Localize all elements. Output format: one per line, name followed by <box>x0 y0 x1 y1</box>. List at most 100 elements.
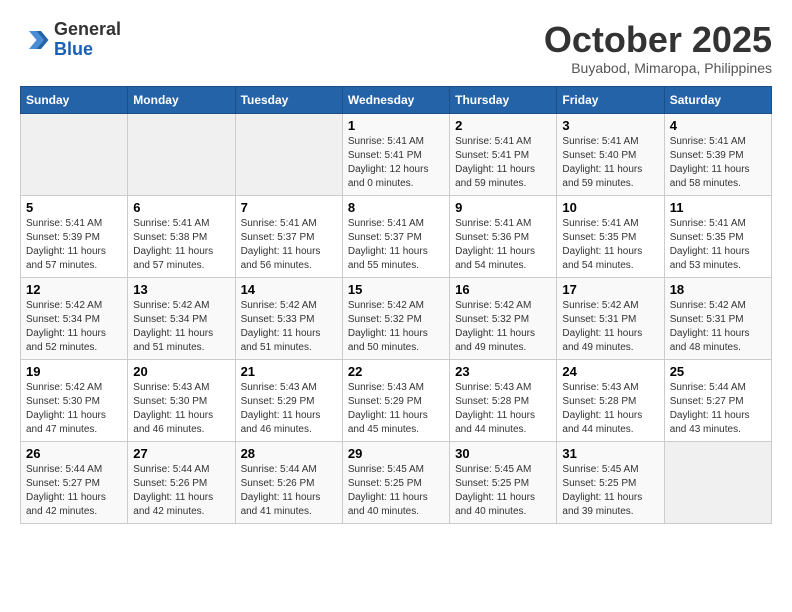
day-info: Sunrise: 5:43 AM Sunset: 5:28 PM Dayligh… <box>562 381 658 437</box>
day-number: 23 <box>455 364 551 379</box>
calendar-cell <box>664 441 771 523</box>
calendar-cell <box>235 113 342 195</box>
day-number: 24 <box>562 364 658 379</box>
calendar-cell: 12Sunrise: 5:42 AM Sunset: 5:34 PM Dayli… <box>21 277 128 359</box>
day-info: Sunrise: 5:41 AM Sunset: 5:35 PM Dayligh… <box>562 217 658 273</box>
calendar-cell <box>21 113 128 195</box>
day-info: Sunrise: 5:42 AM Sunset: 5:30 PM Dayligh… <box>26 381 122 437</box>
calendar-body: 1Sunrise: 5:41 AM Sunset: 5:41 PM Daylig… <box>21 113 772 523</box>
day-info: Sunrise: 5:42 AM Sunset: 5:31 PM Dayligh… <box>562 299 658 355</box>
day-info: Sunrise: 5:45 AM Sunset: 5:25 PM Dayligh… <box>562 463 658 519</box>
weekday-header-monday: Monday <box>128 86 235 113</box>
calendar-cell: 21 Sunrise: 5:43 AM Sunset: 5:29 PM Dayli… <box>235 359 342 441</box>
day-number: 21 <box>241 364 337 379</box>
day-info: Sunrise: 5:41 AM Sunset: 5:39 PM Dayligh… <box>26 217 122 273</box>
calendar-cell: 7 Sunrise: 5:41 AM Sunset: 5:37 PM Daylig… <box>235 195 342 277</box>
calendar-cell: 3 Sunrise: 5:41 AM Sunset: 5:40 PM Daylig… <box>557 113 664 195</box>
calendar-cell: 16 Sunrise: 5:42 AM Sunset: 5:32 PM Dayli… <box>450 277 557 359</box>
day-info: Sunrise: 5:41 AM Sunset: 5:35 PM Dayligh… <box>670 217 766 273</box>
calendar-subtitle: Buyabod, Mimaropa, Philippines <box>544 60 772 76</box>
day-info: Sunrise: 5:44 AM Sunset: 5:27 PM Dayligh… <box>26 463 122 519</box>
day-number: 8 <box>348 200 444 215</box>
week-row-5: 26 Sunrise: 5:44 AM Sunset: 5:27 PM Dayli… <box>21 441 772 523</box>
week-row-1: 1Sunrise: 5:41 AM Sunset: 5:41 PM Daylig… <box>21 113 772 195</box>
weekday-row: SundayMondayTuesdayWednesdayThursdayFrid… <box>21 86 772 113</box>
calendar-header: SundayMondayTuesdayWednesdayThursdayFrid… <box>21 86 772 113</box>
calendar-cell: 4Sunrise: 5:41 AM Sunset: 5:39 PM Daylig… <box>664 113 771 195</box>
calendar-cell: 23 Sunrise: 5:43 AM Sunset: 5:28 PM Dayli… <box>450 359 557 441</box>
day-number: 30 <box>455 446 551 461</box>
calendar-cell: 6 Sunrise: 5:41 AM Sunset: 5:38 PM Daylig… <box>128 195 235 277</box>
calendar-cell: 22 Sunrise: 5:43 AM Sunset: 5:29 PM Dayli… <box>342 359 449 441</box>
day-info: Sunrise: 5:43 AM Sunset: 5:30 PM Dayligh… <box>133 381 229 437</box>
day-info: Sunrise: 5:41 AM Sunset: 5:37 PM Dayligh… <box>348 217 444 273</box>
week-row-2: 5Sunrise: 5:41 AM Sunset: 5:39 PM Daylig… <box>21 195 772 277</box>
day-info: Sunrise: 5:42 AM Sunset: 5:34 PM Dayligh… <box>26 299 122 355</box>
calendar-cell: 17 Sunrise: 5:42 AM Sunset: 5:31 PM Dayli… <box>557 277 664 359</box>
calendar-cell: 14Sunrise: 5:42 AM Sunset: 5:33 PM Dayli… <box>235 277 342 359</box>
page-header: General Blue October 2025 Buyabod, Mimar… <box>20 20 772 76</box>
day-number: 4 <box>670 118 766 133</box>
day-number: 26 <box>26 446 122 461</box>
calendar-cell: 10 Sunrise: 5:41 AM Sunset: 5:35 PM Dayli… <box>557 195 664 277</box>
day-number: 29 <box>348 446 444 461</box>
logo: General Blue <box>20 20 121 60</box>
day-number: 9 <box>455 200 551 215</box>
day-info: Sunrise: 5:41 AM Sunset: 5:37 PM Dayligh… <box>241 217 337 273</box>
day-info: Sunrise: 5:43 AM Sunset: 5:29 PM Dayligh… <box>348 381 444 437</box>
day-number: 10 <box>562 200 658 215</box>
day-number: 18 <box>670 282 766 297</box>
logo-icon <box>20 25 50 55</box>
calendar-cell: 8 Sunrise: 5:41 AM Sunset: 5:37 PM Daylig… <box>342 195 449 277</box>
day-number: 17 <box>562 282 658 297</box>
day-number: 25 <box>670 364 766 379</box>
day-number: 3 <box>562 118 658 133</box>
day-number: 15 <box>348 282 444 297</box>
day-info: Sunrise: 5:41 AM Sunset: 5:40 PM Dayligh… <box>562 135 658 191</box>
calendar-cell: 31Sunrise: 5:45 AM Sunset: 5:25 PM Dayli… <box>557 441 664 523</box>
weekday-header-wednesday: Wednesday <box>342 86 449 113</box>
day-info: Sunrise: 5:43 AM Sunset: 5:28 PM Dayligh… <box>455 381 551 437</box>
calendar-title: October 2025 <box>544 20 772 60</box>
day-number: 22 <box>348 364 444 379</box>
week-row-3: 12Sunrise: 5:42 AM Sunset: 5:34 PM Dayli… <box>21 277 772 359</box>
calendar-cell: 2Sunrise: 5:41 AM Sunset: 5:41 PM Daylig… <box>450 113 557 195</box>
day-number: 27 <box>133 446 229 461</box>
calendar-cell: 9 Sunrise: 5:41 AM Sunset: 5:36 PM Daylig… <box>450 195 557 277</box>
day-info: Sunrise: 5:42 AM Sunset: 5:34 PM Dayligh… <box>133 299 229 355</box>
day-number: 7 <box>241 200 337 215</box>
day-info: Sunrise: 5:44 AM Sunset: 5:26 PM Dayligh… <box>133 463 229 519</box>
calendar-cell: 15 Sunrise: 5:42 AM Sunset: 5:32 PM Dayli… <box>342 277 449 359</box>
calendar-cell: 5Sunrise: 5:41 AM Sunset: 5:39 PM Daylig… <box>21 195 128 277</box>
logo-blue: Blue <box>54 39 93 59</box>
calendar-cell: 11Sunrise: 5:41 AM Sunset: 5:35 PM Dayli… <box>664 195 771 277</box>
day-info: Sunrise: 5:45 AM Sunset: 5:25 PM Dayligh… <box>455 463 551 519</box>
calendar-cell: 1Sunrise: 5:41 AM Sunset: 5:41 PM Daylig… <box>342 113 449 195</box>
week-row-4: 19 Sunrise: 5:42 AM Sunset: 5:30 PM Dayli… <box>21 359 772 441</box>
day-info: Sunrise: 5:41 AM Sunset: 5:38 PM Dayligh… <box>133 217 229 273</box>
day-number: 28 <box>241 446 337 461</box>
day-info: Sunrise: 5:44 AM Sunset: 5:26 PM Dayligh… <box>241 463 337 519</box>
day-number: 6 <box>133 200 229 215</box>
day-info: Sunrise: 5:43 AM Sunset: 5:29 PM Dayligh… <box>241 381 337 437</box>
day-info: Sunrise: 5:42 AM Sunset: 5:32 PM Dayligh… <box>348 299 444 355</box>
day-info: Sunrise: 5:41 AM Sunset: 5:41 PM Dayligh… <box>348 135 444 191</box>
title-block: October 2025 Buyabod, Mimaropa, Philippi… <box>544 20 772 76</box>
calendar-cell: 20Sunrise: 5:43 AM Sunset: 5:30 PM Dayli… <box>128 359 235 441</box>
day-info: Sunrise: 5:42 AM Sunset: 5:31 PM Dayligh… <box>670 299 766 355</box>
calendar-cell: 26 Sunrise: 5:44 AM Sunset: 5:27 PM Dayli… <box>21 441 128 523</box>
day-number: 16 <box>455 282 551 297</box>
calendar-cell: 24 Sunrise: 5:43 AM Sunset: 5:28 PM Dayli… <box>557 359 664 441</box>
calendar-table: SundayMondayTuesdayWednesdayThursdayFrid… <box>20 86 772 524</box>
calendar-cell: 30 Sunrise: 5:45 AM Sunset: 5:25 PM Dayli… <box>450 441 557 523</box>
weekday-header-friday: Friday <box>557 86 664 113</box>
day-info: Sunrise: 5:41 AM Sunset: 5:41 PM Dayligh… <box>455 135 551 191</box>
calendar-cell: 13 Sunrise: 5:42 AM Sunset: 5:34 PM Dayli… <box>128 277 235 359</box>
day-number: 13 <box>133 282 229 297</box>
calendar-cell <box>128 113 235 195</box>
day-info: Sunrise: 5:44 AM Sunset: 5:27 PM Dayligh… <box>670 381 766 437</box>
day-info: Sunrise: 5:41 AM Sunset: 5:36 PM Dayligh… <box>455 217 551 273</box>
day-number: 19 <box>26 364 122 379</box>
day-info: Sunrise: 5:42 AM Sunset: 5:32 PM Dayligh… <box>455 299 551 355</box>
day-info: Sunrise: 5:45 AM Sunset: 5:25 PM Dayligh… <box>348 463 444 519</box>
